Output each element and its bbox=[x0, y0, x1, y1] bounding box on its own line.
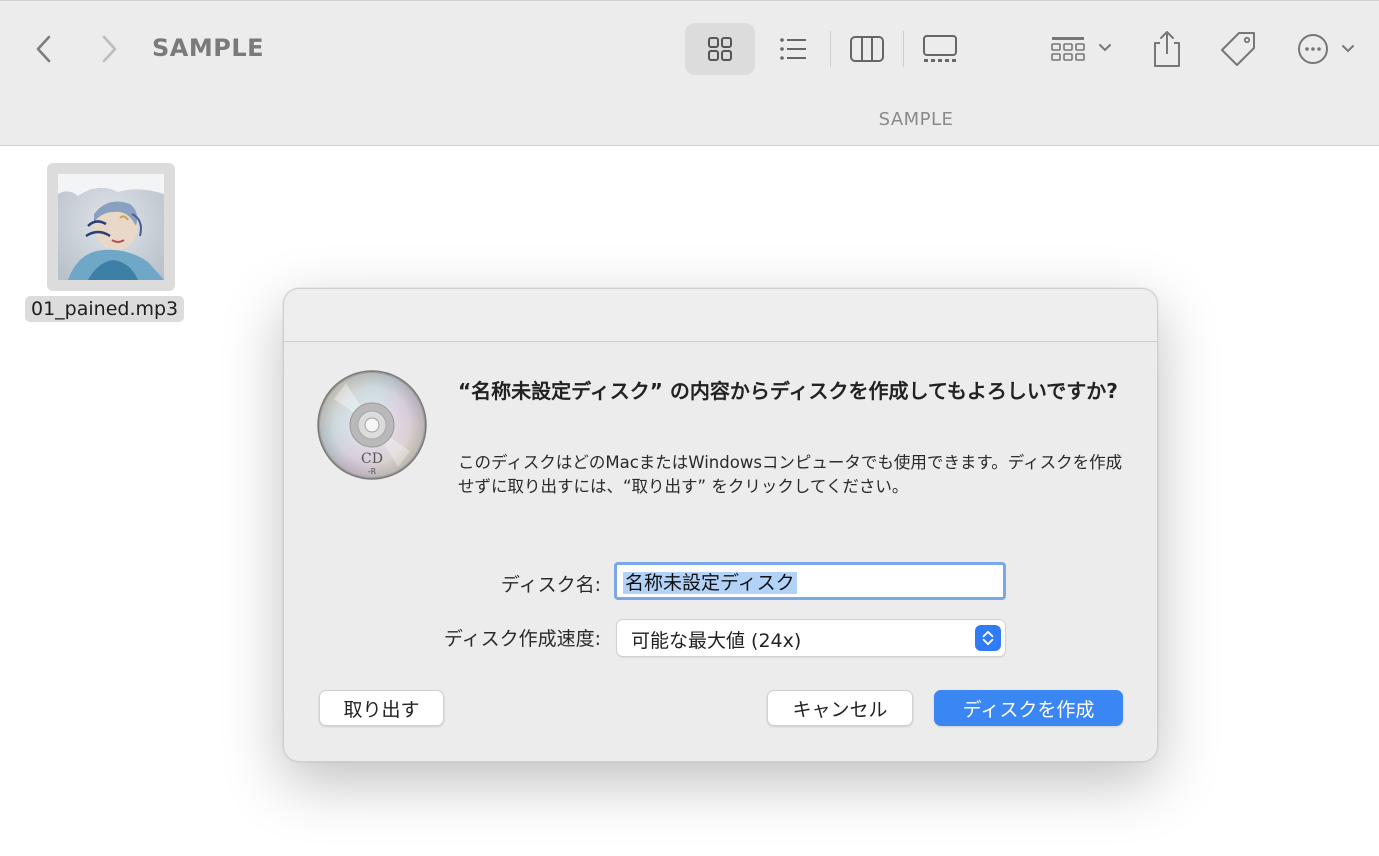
more-icon bbox=[1298, 34, 1354, 64]
window-title: SAMPLE bbox=[152, 34, 265, 62]
gallery-view-button[interactable] bbox=[905, 23, 975, 75]
burn-disc-button[interactable]: ディスクを作成 bbox=[934, 690, 1123, 726]
gallery-view-icon bbox=[923, 35, 957, 62]
toolbar-divider bbox=[830, 31, 831, 67]
cd-icon-label: CD bbox=[361, 451, 383, 467]
toolbar: SAMPLE SAMPLE bbox=[0, 0, 1379, 146]
icon-view-icon bbox=[708, 37, 732, 61]
group-button[interactable] bbox=[1050, 25, 1120, 73]
chevron-right-icon[interactable] bbox=[95, 31, 123, 67]
list-view-button[interactable] bbox=[758, 23, 828, 75]
path-label: SAMPLE bbox=[878, 109, 954, 130]
tag-button[interactable] bbox=[1218, 25, 1258, 73]
cd-icon-sublabel: -R bbox=[367, 467, 377, 476]
disc-name-label: ディスク名: bbox=[500, 574, 601, 596]
disc-name-value: 名称未設定ディスク bbox=[623, 572, 797, 594]
share-button[interactable] bbox=[1150, 25, 1184, 73]
share-icon bbox=[1154, 31, 1180, 67]
column-view-icon bbox=[850, 36, 884, 62]
toolbar-divider bbox=[903, 31, 904, 67]
file-name-label[interactable]: 01_pained.mp3 bbox=[25, 296, 185, 322]
cd-icon: CD -R bbox=[316, 369, 428, 481]
burn-disc-dialog: CD -R “名称未設定ディスク” の内容からディスクを作成してもよろしいですか… bbox=[283, 288, 1158, 762]
burn-speed-label: ディスク作成速度: bbox=[443, 628, 601, 650]
dialog-title: “名称未設定ディスク” の内容からディスクを作成してもよろしいですか? bbox=[458, 379, 1118, 403]
dialog-header bbox=[284, 289, 1157, 342]
group-icon bbox=[1051, 37, 1111, 61]
list-view-icon bbox=[780, 38, 806, 60]
burn-speed-value: 可能な最大値 (24x) bbox=[631, 630, 802, 652]
finder-window: SAMPLE SAMPLE 01_pained.mp3 CD -R “名称未設定… bbox=[0, 0, 1379, 856]
icon-view-button[interactable] bbox=[685, 23, 755, 75]
disc-name-input[interactable]: 名称未設定ディスク bbox=[614, 562, 1006, 600]
burn-speed-select[interactable]: 可能な最大値 (24x) bbox=[616, 619, 1006, 657]
column-view-button[interactable] bbox=[832, 23, 902, 75]
eject-button[interactable]: 取り出す bbox=[319, 690, 444, 726]
cancel-button[interactable]: キャンセル bbox=[767, 690, 913, 726]
tag-icon bbox=[1221, 32, 1255, 66]
chevron-left-icon[interactable] bbox=[30, 31, 58, 67]
album-art-image bbox=[58, 174, 164, 280]
dialog-message: このディスクはどのMacまたはWindowsコンピュータでも使用できます。ディス… bbox=[458, 453, 1123, 496]
file-thumbnail[interactable] bbox=[47, 163, 175, 291]
up-down-chevron-icon bbox=[975, 625, 1001, 651]
more-button[interactable] bbox=[1296, 25, 1360, 73]
